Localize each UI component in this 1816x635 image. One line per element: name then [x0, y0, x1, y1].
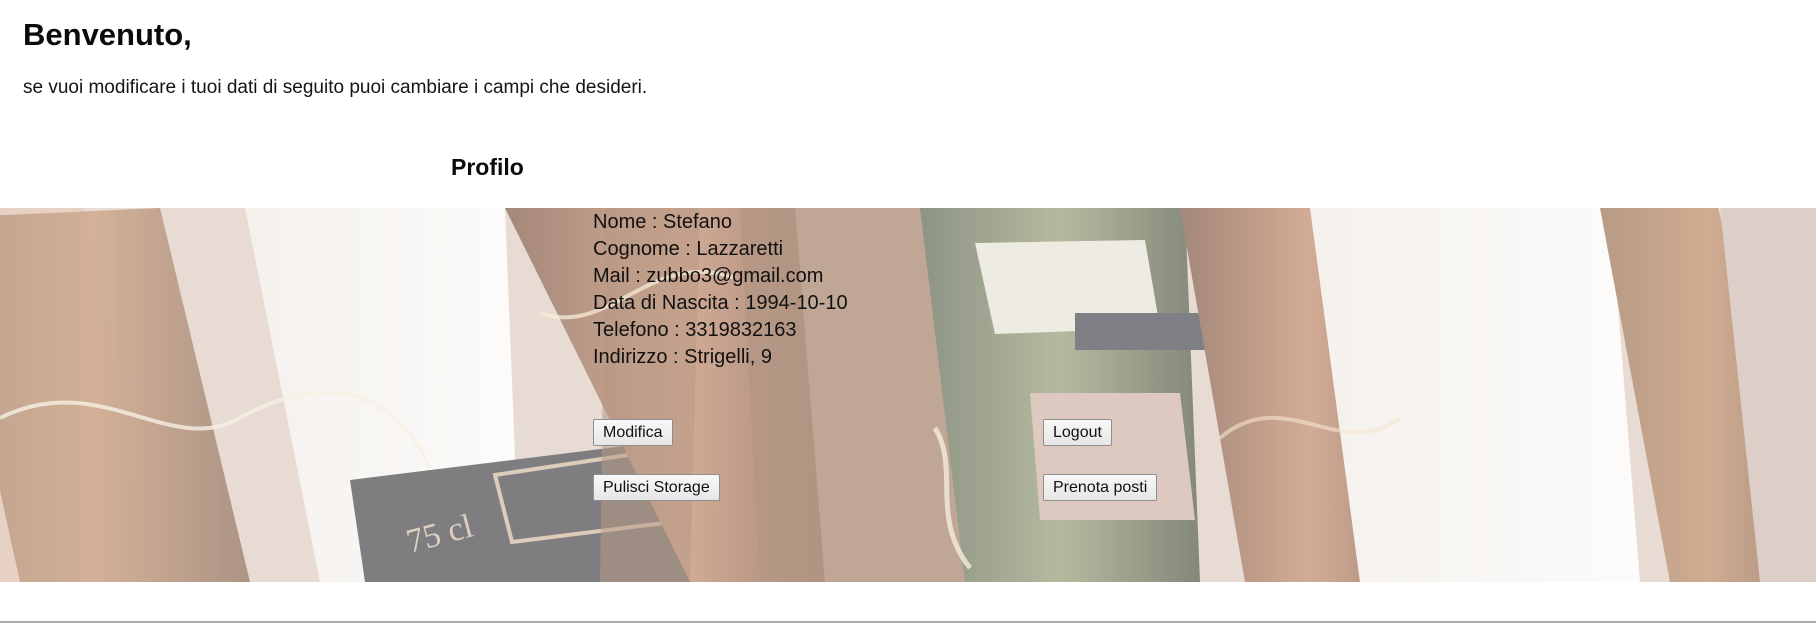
background-overlay: [0, 208, 1816, 582]
welcome-title: Benvenuto,: [23, 17, 192, 52]
profile-page: Benvenuto, se vuoi modificare i tuoi dat…: [0, 0, 1816, 635]
modify-button[interactable]: Modifica: [593, 419, 673, 446]
welcome-text: se vuoi modificare i tuoi dati di seguit…: [23, 77, 648, 98]
wine-bottles-background: 75 cl: [0, 208, 1816, 582]
profile-email: Mail : zubbo3@gmail.com: [593, 265, 824, 287]
profile-name: Nome : Stefano: [593, 211, 732, 233]
profile-details: Nome : Stefano Cognome : Lazzaretti Mail…: [593, 209, 848, 371]
profile-heading: Profilo: [451, 154, 524, 180]
profile-address: Indirizzo : Strigelli, 9: [593, 346, 772, 368]
clear-storage-button[interactable]: Pulisci Storage: [593, 474, 720, 501]
bottom-divider: [0, 621, 1816, 623]
book-seats-button[interactable]: Prenota posti: [1043, 474, 1158, 501]
profile-birth-date: Data di Nascita : 1994-10-10: [593, 292, 848, 314]
profile-surname: Cognome : Lazzaretti: [593, 238, 784, 260]
profile-phone: Telefono : 3319832163: [593, 319, 797, 341]
logout-button[interactable]: Logout: [1043, 419, 1112, 446]
